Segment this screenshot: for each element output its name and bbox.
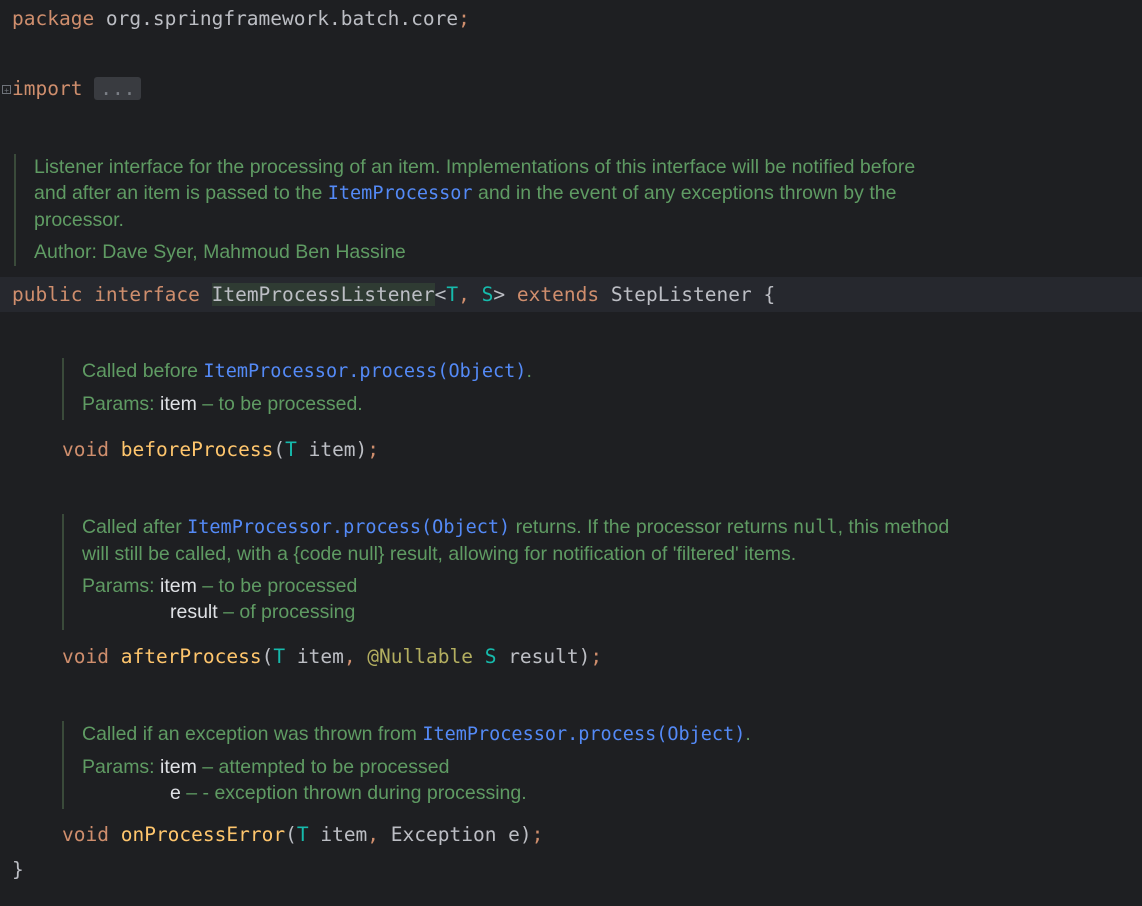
on-process-error-name[interactable]: onProcessError <box>121 823 285 846</box>
on-process-error-params: Params: item – attempted to be processed <box>82 754 1142 780</box>
class-doc-line-2-prefix: and after an item is passed to the <box>34 182 328 204</box>
param-desc: – attempted to be processed <box>196 756 450 778</box>
class-doc-line-1: Listener interface for the processing of… <box>34 156 916 178</box>
package-keyword: package <box>12 7 95 30</box>
generic-close: > <box>493 283 506 306</box>
semicolon: ; <box>590 645 603 668</box>
paren-open: ( <box>285 823 297 846</box>
class-doc-line-3: processor. <box>34 209 124 231</box>
type-param-t: T <box>296 823 309 846</box>
paren-close: ) <box>578 645 591 668</box>
class-doc-author: Author: Dave Syer, Mahmoud Ben Hassine <box>34 241 406 263</box>
param-result: result <box>496 645 579 668</box>
on-process-error-doc-suffix: . <box>745 723 751 745</box>
param-name: item <box>160 756 197 778</box>
after-process-name[interactable]: afterProcess <box>121 645 262 668</box>
generic-comma: , <box>458 283 482 306</box>
before-process-doc-link[interactable]: ItemProcessor.process(Object) <box>203 361 526 382</box>
before-process-name[interactable]: beforeProcess <box>121 438 274 461</box>
import-keyword: import <box>12 77 83 100</box>
before-process-doc-prefix: Called before <box>82 360 204 382</box>
void-keyword: void <box>62 823 109 846</box>
param-desc: – to be processed <box>196 575 358 597</box>
param-item: item <box>296 438 356 461</box>
after-process-doc-line-1: Called after ItemProcessor.process(Objec… <box>82 514 1142 541</box>
public-keyword: public <box>12 283 83 306</box>
params-label: Params: <box>82 575 161 597</box>
type-param-s: S <box>472 645 497 668</box>
after-process-params: Params: item – to be processed <box>82 573 1142 599</box>
comma: , <box>343 645 368 668</box>
after-process-params-2: result – of processing <box>82 599 1142 625</box>
before-process-doc: Called before ItemProcessor.process(Obje… <box>62 358 1142 420</box>
param-exception: Exception e <box>390 823 520 846</box>
package-line[interactable]: package org.springframework.batch.core; <box>0 2 1142 36</box>
paren-close: ) <box>355 438 368 461</box>
on-process-error-doc-line: Called if an exception was thrown from I… <box>82 721 1142 748</box>
on-process-error-signature[interactable]: void onProcessError(T item, Exception e)… <box>0 818 1142 852</box>
type-param-t: T <box>273 645 286 668</box>
class-brace-open: { <box>751 283 776 306</box>
semicolon: ; <box>367 438 380 461</box>
after-process-doc-after-code: , this method <box>837 516 950 538</box>
param-name: e <box>170 782 181 804</box>
class-doc-line-2-suffix: and in the event of any exceptions throw… <box>472 182 897 204</box>
param-desc: – of processing <box>217 601 356 623</box>
on-process-error-params-2: e – - exception thrown during processing… <box>82 780 1142 806</box>
parent-interface[interactable]: StepListener <box>611 283 752 306</box>
params-label: Params: <box>82 756 161 778</box>
after-process-doc-line-2: will still be called, with a {code null}… <box>82 543 797 565</box>
param-desc: – to be processed. <box>196 393 363 415</box>
closing-brace-line[interactable]: } <box>0 853 1142 887</box>
import-fold-placeholder[interactable]: ... <box>94 77 142 100</box>
after-process-doc: Called after ItemProcessor.process(Objec… <box>62 514 1142 630</box>
itemprocessor-link[interactable]: ItemProcessor <box>328 183 473 204</box>
before-process-params: Params: item – to be processed. <box>82 391 1142 417</box>
on-process-error-doc-link[interactable]: ItemProcessor.process(Object) <box>422 724 745 745</box>
before-process-doc-suffix: . <box>526 360 532 382</box>
nullable-annotation: @Nullable <box>367 645 473 668</box>
before-process-doc-line: Called before ItemProcessor.process(Obje… <box>82 358 1142 385</box>
param-name: item <box>160 575 197 597</box>
paren-open: ( <box>273 438 286 461</box>
after-process-doc-prefix: Called after <box>82 516 188 538</box>
param-item: item <box>308 823 368 846</box>
generic-open: < <box>434 283 447 306</box>
interface-keyword: interface <box>82 283 212 306</box>
extends-keyword: extends <box>505 283 611 306</box>
before-process-signature[interactable]: void beforeProcess(T item); <box>0 433 1142 467</box>
paren-open: ( <box>261 645 274 668</box>
after-process-doc-middle: returns. If the processor returns <box>510 516 794 538</box>
param-desc: – - exception thrown during processing. <box>180 782 527 804</box>
paren-close: ) <box>519 823 532 846</box>
on-process-error-doc: Called if an exception was thrown from I… <box>62 721 1142 809</box>
type-param-t: T <box>285 438 297 461</box>
class-brace-close: } <box>12 858 24 881</box>
package-name: org.springframework.batch.core <box>94 7 459 30</box>
type-param-t: T <box>446 283 459 306</box>
code-editor[interactable]: package org.springframework.batch.core; … <box>0 0 1142 906</box>
import-line[interactable]: import ... <box>0 72 1142 106</box>
type-param-s: S <box>481 283 494 306</box>
param-name: result <box>170 601 218 623</box>
null-inline-code: null <box>793 517 838 538</box>
void-keyword: void <box>62 645 109 668</box>
interface-name[interactable]: ItemProcessListener <box>211 283 435 306</box>
semicolon: ; <box>458 7 470 30</box>
param-item: item <box>285 645 344 668</box>
class-doc: Listener interface for the processing of… <box>14 154 1134 266</box>
class-declaration-line[interactable]: public interface ItemProcessListener<T, … <box>0 278 1142 312</box>
after-process-signature[interactable]: void afterProcess(T item, @Nullable S re… <box>0 640 1142 674</box>
on-process-error-doc-prefix: Called if an exception was thrown from <box>82 723 423 745</box>
comma: , <box>367 823 391 846</box>
semicolon: ; <box>531 823 544 846</box>
class-doc-line-2: and after an item is passed to the ItemP… <box>34 180 1134 207</box>
after-process-doc-link[interactable]: ItemProcessor.process(Object) <box>187 517 510 538</box>
params-label: Params: <box>82 393 161 415</box>
void-keyword: void <box>62 438 109 461</box>
param-name: item <box>160 393 197 415</box>
